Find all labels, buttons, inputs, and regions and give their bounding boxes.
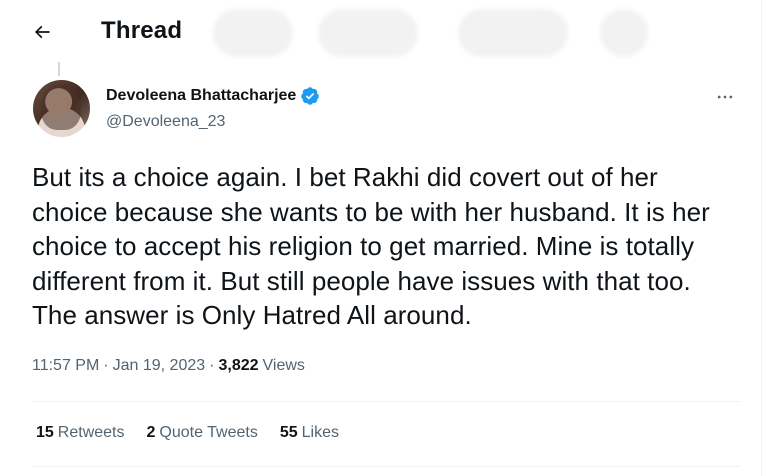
divider bbox=[32, 401, 740, 402]
likes-label: Likes bbox=[301, 424, 339, 441]
back-button[interactable] bbox=[24, 14, 60, 50]
engagement-stats: 15 Retweets 2 Quote Tweets 55 Likes bbox=[36, 424, 339, 442]
author-handle[interactable]: @Devoleena_23 bbox=[106, 113, 225, 131]
blurred-overlay bbox=[600, 9, 648, 57]
quote-tweets-stat[interactable]: 2 Quote Tweets bbox=[147, 424, 258, 442]
author-display-name[interactable]: Devoleena Bhattacharjee bbox=[106, 87, 296, 105]
page-title: Thread bbox=[101, 17, 183, 44]
tweet-text: But its a choice again. I bet Rakhi did … bbox=[32, 162, 710, 330]
divider bbox=[32, 466, 740, 467]
verified-badge-icon bbox=[301, 87, 320, 105]
quote-tweets-label: Quote Tweets bbox=[159, 424, 258, 441]
likes-stat[interactable]: 55 Likes bbox=[280, 424, 339, 442]
views-label: Views bbox=[262, 357, 305, 374]
more-horizontal-icon bbox=[717, 95, 733, 99]
meta-separator: · bbox=[103, 357, 109, 374]
retweets-count: 15 bbox=[36, 424, 54, 441]
blurred-overlay bbox=[458, 9, 568, 57]
quote-tweets-count: 2 bbox=[146, 424, 156, 441]
more-options-button[interactable] bbox=[708, 80, 742, 114]
blurred-overlay bbox=[213, 9, 293, 57]
meta-separator: · bbox=[209, 357, 215, 374]
tweet-date[interactable]: Jan 19, 2023 bbox=[113, 357, 206, 375]
tweet-time[interactable]: 11:57 PM bbox=[32, 357, 99, 375]
author-name-row: Devoleena Bhattacharjee bbox=[106, 86, 320, 106]
likes-count: 55 bbox=[279, 424, 298, 441]
arrow-left-icon bbox=[34, 25, 50, 39]
retweets-label: Retweets bbox=[57, 424, 125, 441]
tweet-metadata: 11:57 PM · Jan 19, 2023 · 3,822 Views bbox=[32, 357, 305, 375]
thread-connector-line bbox=[58, 62, 60, 76]
views-count: 3,822 bbox=[218, 357, 259, 374]
avatar[interactable] bbox=[33, 80, 90, 137]
blurred-overlay bbox=[318, 9, 418, 57]
thread-header: Thread bbox=[0, 0, 762, 62]
retweets-stat[interactable]: 15 Retweets bbox=[36, 424, 125, 442]
